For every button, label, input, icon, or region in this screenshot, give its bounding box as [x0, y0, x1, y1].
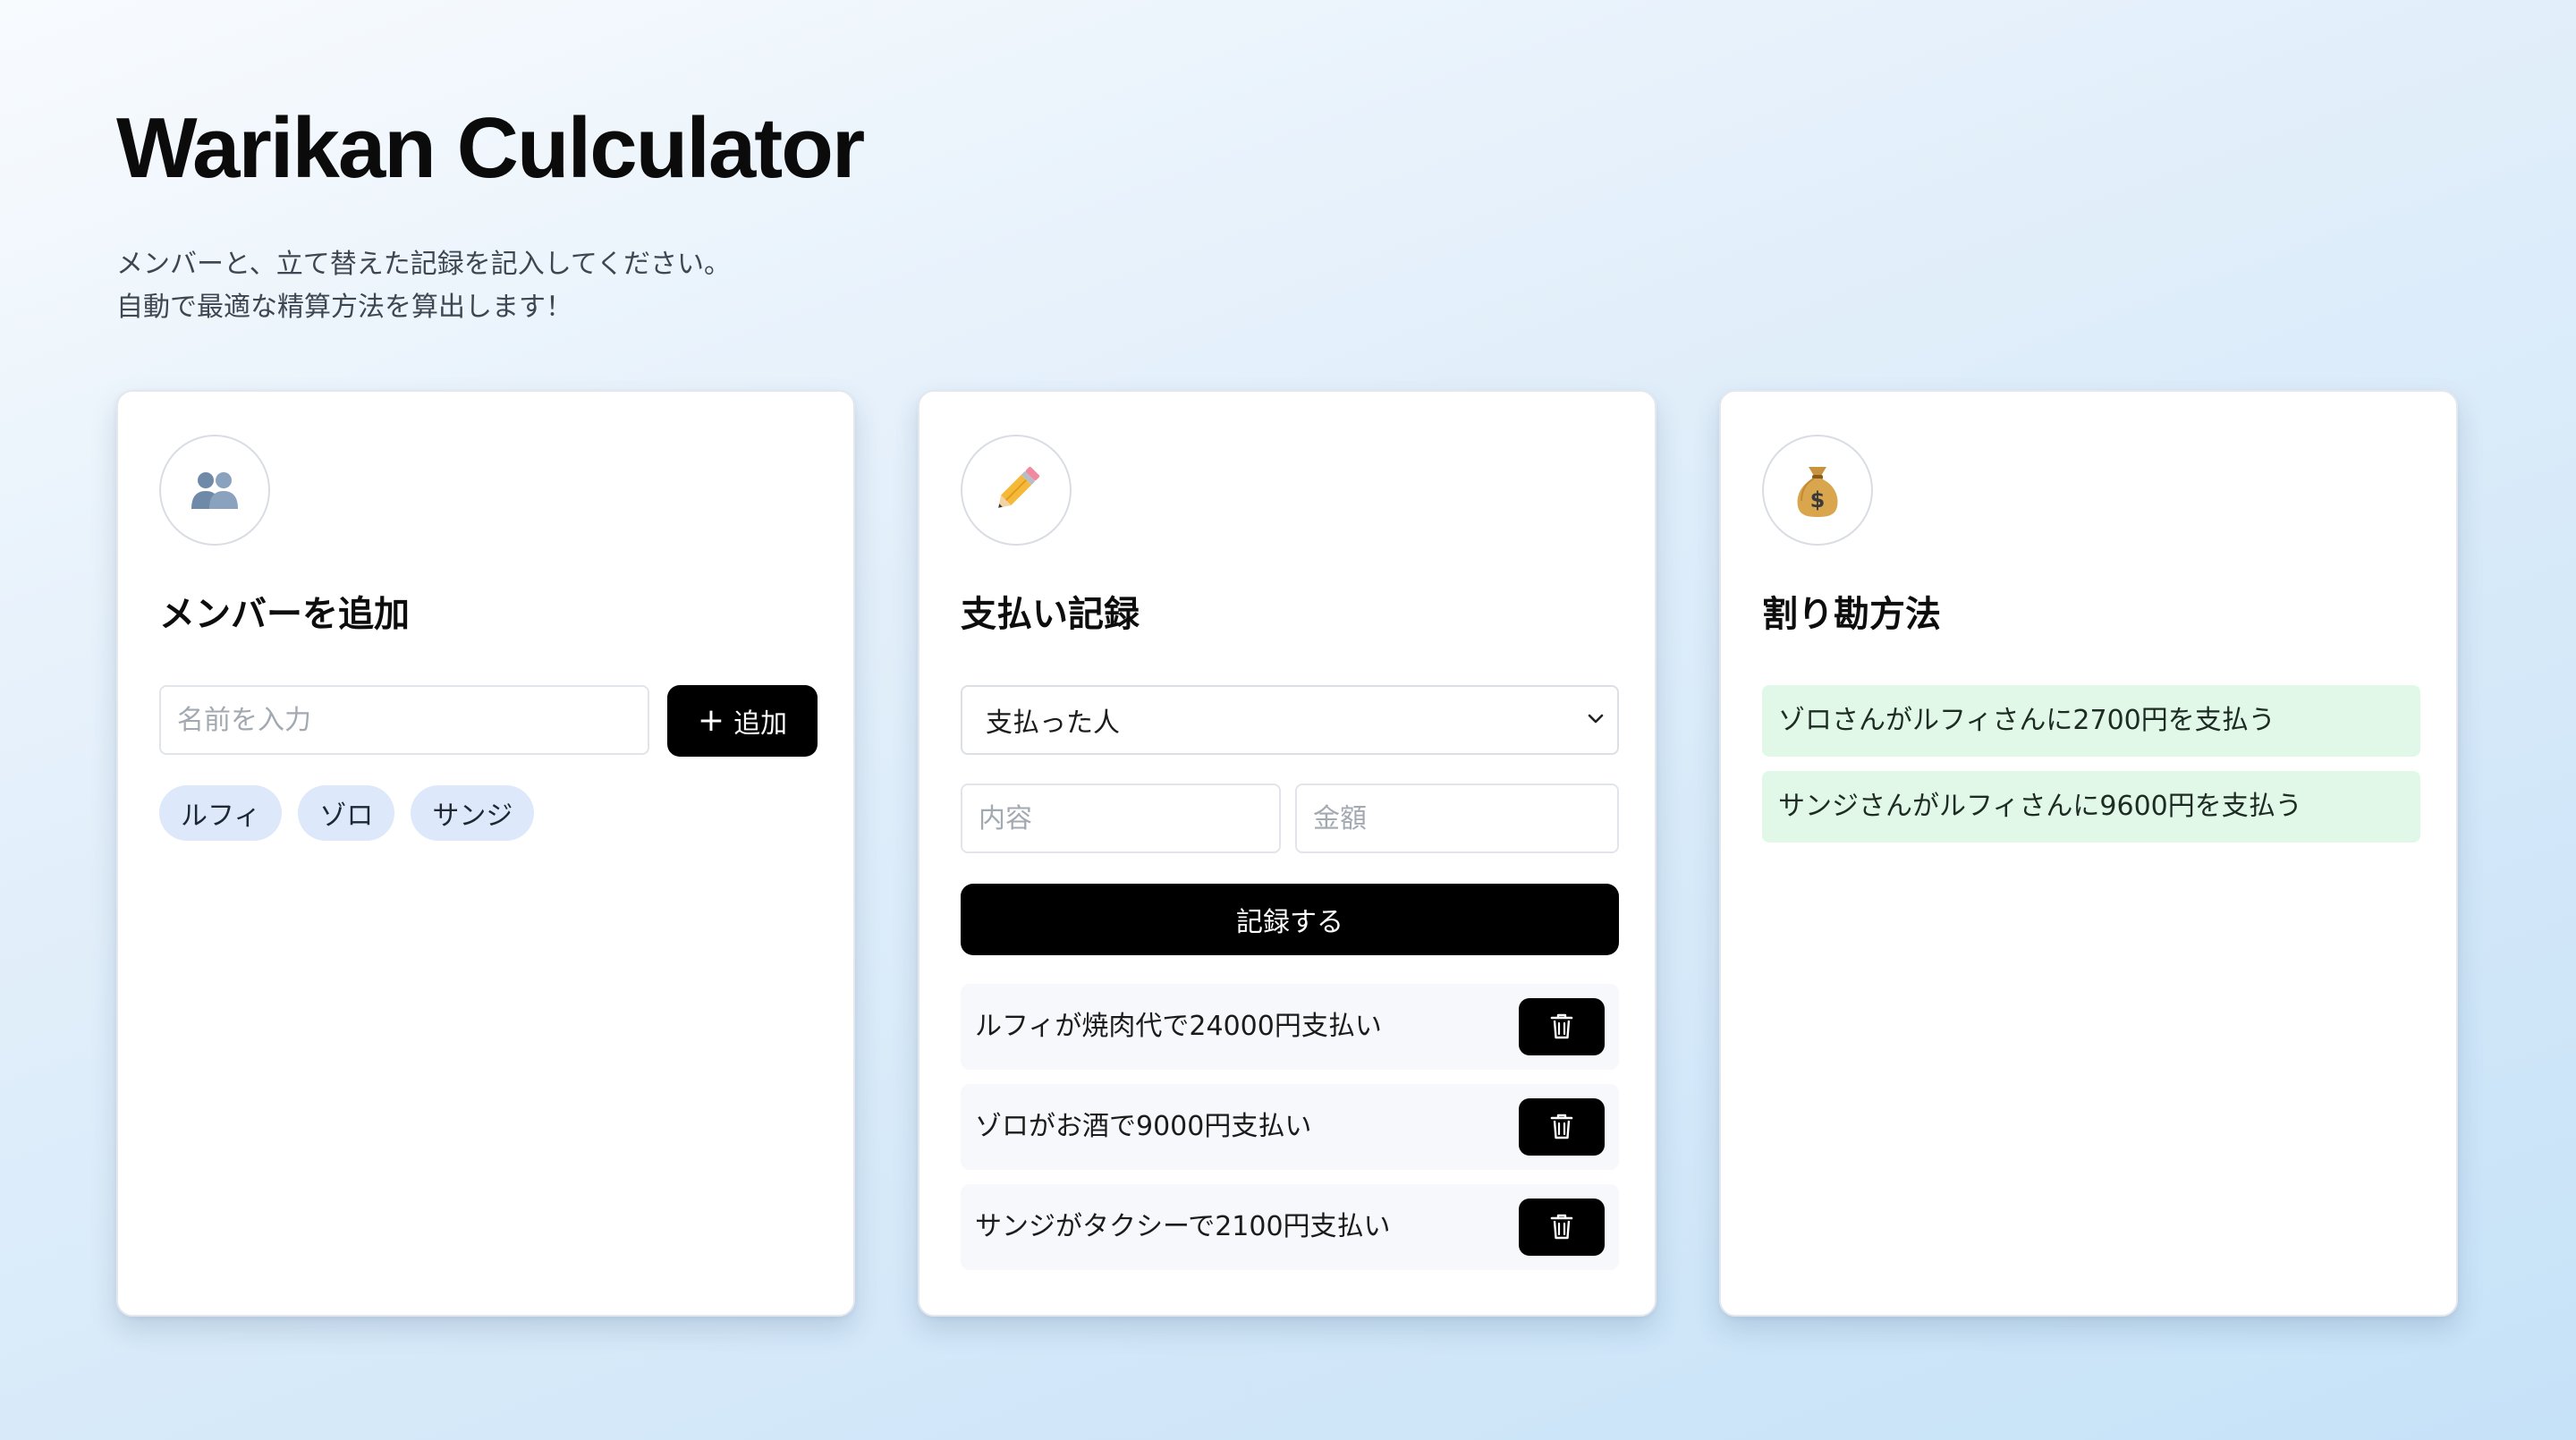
svg-text:$: $: [1810, 487, 1826, 512]
payments-card-title: 支払い記録: [961, 594, 1140, 635]
subtitle-line-1: メンバーと、立て替えた記録を記入してください。: [116, 249, 731, 280]
settlement-card: $ 割り勘方法 ゾロさんがルフィさんに2700円を支払う サンジさんがルフィさん…: [1719, 390, 2458, 1317]
record-button[interactable]: 記録する: [961, 884, 1619, 955]
members-card: メンバーを追加 + 追加 ルフィ ゾロ サンジ: [116, 390, 855, 1317]
amount-input[interactable]: [1295, 784, 1619, 853]
payment-text: ルフィが焼肉代で24000円支払い: [975, 1011, 1382, 1042]
settlement-list-item: ゾロさんがルフィさんに2700円を支払う: [1762, 685, 2420, 757]
chevron-down-icon: [1588, 714, 1604, 724]
subtitle-line-2: 自動で最適な精算方法を算出します！: [116, 292, 572, 323]
member-list: ルフィ ゾロ サンジ: [159, 785, 535, 841]
plus-icon: +: [697, 702, 725, 739]
busts-in-silhouette-icon: [159, 435, 270, 546]
member-name-input[interactable]: [159, 685, 649, 755]
add-member-button[interactable]: + 追加: [667, 685, 818, 757]
pencil-icon: [961, 435, 1072, 546]
money-bag-icon: $: [1762, 435, 1873, 546]
description-input[interactable]: [961, 784, 1281, 853]
member-chip: ルフィ: [159, 785, 283, 841]
settlement-card-title: 割り勘方法: [1762, 594, 1941, 635]
payer-select[interactable]: 支払った人: [961, 685, 1619, 755]
trash-icon: [1550, 1013, 1573, 1039]
payment-list-item: ルフィが焼肉代で24000円支払い: [961, 984, 1619, 1070]
delete-payment-button[interactable]: [1519, 1098, 1605, 1156]
payment-list-item: ゾロがお酒で9000円支払い: [961, 1084, 1619, 1170]
trash-icon: [1550, 1114, 1573, 1139]
add-member-button-label: 追加: [733, 708, 788, 740]
member-chip: サンジ: [411, 785, 535, 841]
payments-card: 支払い記録 支払った人 記録する ルフィが焼肉代で24000円支払い: [918, 390, 1657, 1317]
delete-payment-button[interactable]: [1519, 1199, 1605, 1256]
payment-text: サンジがタクシーで2100円支払い: [975, 1211, 1391, 1242]
payment-list-item: サンジがタクシーで2100円支払い: [961, 1184, 1619, 1270]
settlement-list-item: サンジさんがルフィさんに9600円を支払う: [1762, 771, 2420, 843]
page-title: Warikan Culculator: [116, 100, 865, 196]
payer-select-value: 支払った人: [986, 707, 1120, 739]
payment-text: ゾロがお酒で9000円支払い: [975, 1111, 1312, 1142]
member-chip: ゾロ: [298, 785, 395, 841]
trash-icon: [1550, 1214, 1573, 1240]
delete-payment-button[interactable]: [1519, 998, 1605, 1055]
members-card-title: メンバーを追加: [159, 594, 410, 635]
page-subtitle: メンバーと、立て替えた記録を記入してください。 自動で最適な精算方法を算出します…: [116, 243, 731, 329]
